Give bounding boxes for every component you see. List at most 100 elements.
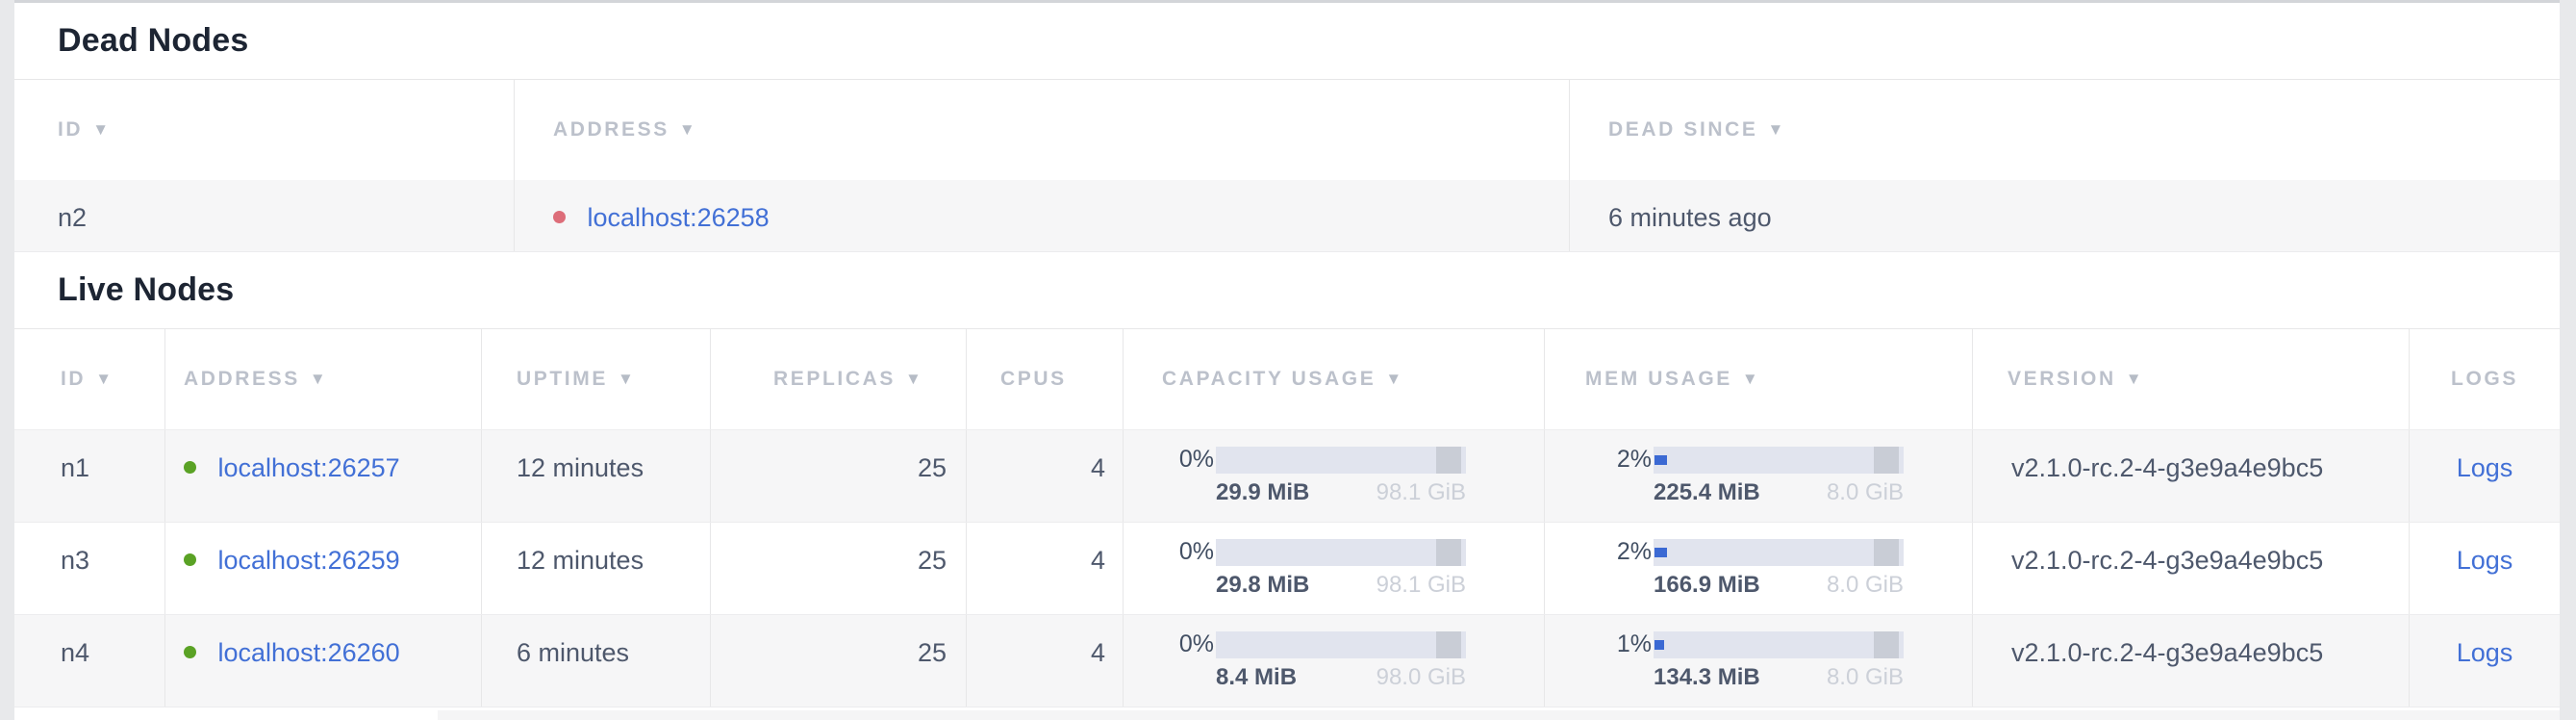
column-header-capacity-usage[interactable]: CAPACITY USAGE ▼ (1123, 329, 1544, 429)
column-header-label: UPTIME (517, 368, 608, 391)
sort-desc-icon: ▼ (310, 370, 328, 389)
live-node-replicas: 25 (710, 523, 966, 614)
live-node-address-cell: localhost:26259 (164, 523, 481, 614)
mem-usage-cell: 2% 225.4 MiB 8.0 GiB (1544, 430, 1972, 522)
capacity-total-value: 98.0 GiB (1376, 664, 1466, 691)
sort-desc-icon: ▼ (92, 120, 111, 140)
sort-desc-icon: ▼ (95, 370, 114, 389)
logs-link[interactable]: Logs (2457, 546, 2513, 575)
capacity-usage-cell: 0% 29.8 MiB 98.1 GiB (1123, 523, 1544, 614)
dead-nodes-table: ID ▼ ADDRESS ▼ DEAD SINCE ▼ n2 localhost… (14, 80, 2560, 252)
live-node-id: n4 (14, 615, 164, 707)
dead-node-address-cell: localhost:26258 (514, 180, 1569, 251)
column-header-label: REPLICAS (773, 368, 896, 391)
column-header-label: VERSION (2008, 368, 2116, 391)
capacity-total-value: 98.1 GiB (1376, 572, 1466, 599)
live-node-uptime: 6 minutes (481, 615, 710, 707)
sort-desc-icon: ▼ (1768, 120, 1786, 140)
mem-percent: 1% (1605, 630, 1652, 658)
live-nodes-header-row: ID ▼ ADDRESS ▼ UPTIME ▼ REPLICAS ▼ CPUS … (14, 329, 2560, 430)
live-node-address-link[interactable]: localhost:26259 (218, 546, 400, 575)
dead-nodes-title: Dead Nodes (58, 22, 249, 60)
live-node-uptime: 12 minutes (481, 430, 710, 522)
column-header-mem-usage[interactable]: MEM USAGE ▼ (1544, 329, 1972, 429)
capacity-used-value: 29.9 MiB (1216, 479, 1309, 506)
dead-node-status-icon (553, 211, 566, 223)
column-header-dead-since[interactable]: DEAD SINCE ▼ (1569, 80, 2560, 180)
live-node-address-cell: localhost:26260 (164, 615, 481, 707)
column-header-replicas[interactable]: REPLICAS ▼ (710, 329, 966, 429)
live-node-status-icon (184, 553, 196, 566)
column-header-logs: LOGS (2409, 329, 2560, 429)
bar-reserved-segment (1874, 447, 1899, 474)
capacity-used-value: 29.8 MiB (1216, 572, 1309, 599)
mem-usage-bar (1654, 447, 1904, 474)
capacity-percent: 0% (1168, 538, 1214, 566)
bar-used-segment (1654, 455, 1667, 465)
bar-used-segment (1654, 548, 1667, 557)
capacity-total-value: 98.1 GiB (1376, 479, 1466, 506)
dead-nodes-section-heading: Dead Nodes (14, 3, 2560, 80)
bar-reserved-segment (1436, 539, 1461, 566)
bar-reserved-segment (1874, 539, 1899, 566)
column-header-cpus[interactable]: CPUS (966, 329, 1123, 429)
sort-desc-icon: ▼ (618, 370, 636, 389)
nodes-overview-panel: Dead Nodes ID ▼ ADDRESS ▼ DEAD SINCE ▼ n… (14, 0, 2560, 720)
live-node-uptime: 12 minutes (481, 523, 710, 614)
column-header-label: MEM USAGE (1585, 368, 1732, 391)
dead-node-address-link[interactable]: localhost:26258 (588, 203, 770, 232)
live-node-replicas: 25 (710, 430, 966, 522)
live-node-row: n4 localhost:26260 6 minutes 25 4 0% 8.4… (14, 615, 2560, 707)
column-header-id[interactable]: ID ▼ (14, 329, 164, 429)
live-node-logs-cell: Logs (2409, 615, 2560, 707)
logs-link[interactable]: Logs (2457, 638, 2513, 667)
live-nodes-table: ID ▼ ADDRESS ▼ UPTIME ▼ REPLICAS ▼ CPUS … (14, 329, 2560, 707)
mem-total-value: 8.0 GiB (1827, 572, 1904, 599)
live-node-id: n1 (14, 430, 164, 522)
live-node-cpus: 4 (966, 523, 1123, 614)
live-nodes-title: Live Nodes (58, 271, 234, 309)
live-node-status-icon (184, 461, 196, 474)
logs-link[interactable]: Logs (2457, 453, 2513, 482)
capacity-usage-bar (1216, 631, 1466, 658)
mem-usage-cell: 2% 166.9 MiB 8.0 GiB (1544, 523, 1972, 614)
column-header-label: CAPACITY USAGE (1162, 368, 1376, 391)
mem-total-value: 8.0 GiB (1827, 664, 1904, 691)
column-header-label: ID (58, 118, 83, 141)
mem-percent: 2% (1605, 538, 1652, 566)
live-nodes-section-heading: Live Nodes (14, 252, 2560, 329)
live-node-address-link[interactable]: localhost:26257 (218, 453, 400, 482)
bar-reserved-segment (1874, 631, 1899, 658)
capacity-usage-cell: 0% 29.9 MiB 98.1 GiB (1123, 430, 1544, 522)
column-header-uptime[interactable]: UPTIME ▼ (481, 329, 710, 429)
dead-node-dead-since: 6 minutes ago (1569, 180, 2560, 251)
capacity-usage-bar (1216, 539, 1466, 566)
bar-reserved-segment (1436, 447, 1461, 474)
capacity-usage-bar (1216, 447, 1466, 474)
live-node-address-cell: localhost:26257 (164, 430, 481, 522)
bar-used-segment (1654, 640, 1664, 650)
mem-usage-cell: 1% 134.3 MiB 8.0 GiB (1544, 615, 1972, 707)
column-header-label: ADDRESS (553, 118, 669, 141)
mem-percent: 2% (1605, 446, 1652, 474)
bar-reserved-segment (1436, 631, 1461, 658)
capacity-percent: 0% (1168, 446, 1214, 474)
column-header-address[interactable]: ADDRESS ▼ (164, 329, 481, 429)
live-node-cpus: 4 (966, 430, 1123, 522)
mem-used-value: 134.3 MiB (1654, 664, 1760, 691)
column-header-version[interactable]: VERSION ▼ (1972, 329, 2409, 429)
live-node-version: v2.1.0-rc.2-4-g3e9a4e9bc5 (1972, 523, 2409, 614)
sort-desc-icon: ▼ (2126, 370, 2144, 389)
capacity-percent: 0% (1168, 630, 1214, 658)
capacity-usage-cell: 0% 8.4 MiB 98.0 GiB (1123, 615, 1544, 707)
live-node-logs-cell: Logs (2409, 523, 2560, 614)
live-node-row: n1 localhost:26257 12 minutes 25 4 0% 29… (14, 430, 2560, 523)
mem-usage-bar (1654, 631, 1904, 658)
column-header-dead-id[interactable]: ID ▼ (14, 80, 514, 180)
sort-desc-icon: ▼ (1742, 370, 1760, 389)
live-node-address-link[interactable]: localhost:26260 (218, 638, 400, 667)
mem-total-value: 8.0 GiB (1827, 479, 1904, 506)
column-header-dead-address[interactable]: ADDRESS ▼ (514, 80, 1569, 180)
live-node-id: n3 (14, 523, 164, 614)
column-header-label: DEAD SINCE (1608, 118, 1758, 141)
